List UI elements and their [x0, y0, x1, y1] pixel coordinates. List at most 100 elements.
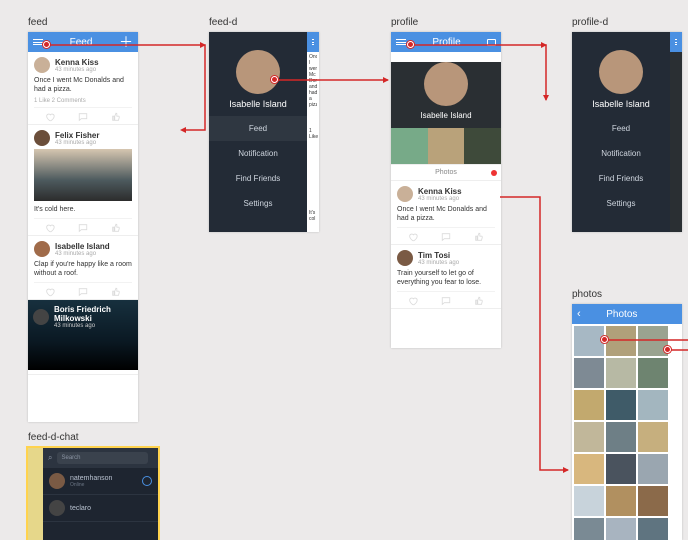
profile-post[interactable]: Kenna Kiss 43 minutes ago Once I went Mc…	[391, 181, 501, 245]
heart-icon[interactable]	[45, 287, 55, 295]
comment-icon[interactable]	[441, 296, 451, 304]
photo-thumb[interactable]	[638, 390, 668, 420]
photo-thumb[interactable]	[606, 518, 636, 540]
photo-thumb[interactable]	[574, 390, 604, 420]
drawer-avatar[interactable]	[236, 50, 280, 94]
drawer: Isabelle Island Feed Notification Find F…	[572, 32, 670, 216]
profile-avatar[interactable]	[424, 62, 468, 106]
photo-thumb[interactable]	[638, 358, 668, 388]
hamburger-icon[interactable]	[33, 39, 43, 45]
label-profile-d: profile-d	[572, 17, 608, 28]
hamburger-icon[interactable]	[675, 39, 677, 45]
photo-thumb[interactable]	[574, 454, 604, 484]
comment-icon[interactable]	[441, 232, 451, 240]
chat-row[interactable]: teclaro	[43, 495, 158, 522]
photo-thumb[interactable]	[638, 518, 668, 540]
comment-icon[interactable]	[78, 287, 88, 295]
photo-thumb[interactable]	[638, 486, 668, 516]
avatar[interactable]	[33, 309, 49, 325]
post-actions	[34, 107, 132, 124]
profile-subtab[interactable]: Photos	[391, 164, 501, 181]
compose-icon[interactable]: ＋	[119, 37, 133, 47]
hamburger-icon[interactable]	[312, 39, 314, 45]
thumb-icon[interactable]	[474, 296, 484, 304]
chat-name: teclaro	[70, 505, 91, 512]
avatar[interactable]	[34, 57, 50, 73]
avatar[interactable]	[49, 473, 65, 489]
photo-thumb[interactable]	[574, 422, 604, 452]
drawer-item-feed[interactable]: Feed	[209, 116, 307, 141]
comment-icon[interactable]	[78, 223, 88, 231]
photo-thumb[interactable]	[574, 486, 604, 516]
peek-body2: It's col	[309, 210, 317, 222]
post-user: Kenna Kiss	[418, 187, 462, 196]
avatar[interactable]	[49, 500, 65, 516]
drawer: Isabelle Island Feed Notification Find F…	[209, 32, 307, 216]
chat-row[interactable]: natemhanson Online	[43, 468, 158, 495]
screen-photos: ‹ Photos	[572, 304, 682, 540]
heart-icon[interactable]	[45, 112, 55, 120]
photo-thumb[interactable]	[606, 486, 636, 516]
profile-hero: Isabelle Island	[391, 62, 501, 128]
feed-title: Feed	[43, 37, 119, 48]
post-image[interactable]: Boris Friedrich Milkowski 43 minutes ago	[28, 300, 138, 370]
feed-post[interactable]: Isabelle Island 43 minutes ago Clap if y…	[28, 236, 138, 300]
chat-peek	[28, 448, 43, 540]
heart-icon[interactable]	[45, 223, 55, 231]
post-meta: 1 Like 2 Comments	[34, 98, 132, 104]
post-user: Isabelle Island	[55, 242, 110, 251]
feed-post[interactable]: Felix Fisher 43 minutes ago It's cold he…	[28, 125, 138, 236]
drawer-item-settings[interactable]: Settings	[572, 191, 670, 216]
photo-thumb[interactable]	[574, 518, 604, 540]
profile-photos-strip[interactable]	[391, 128, 501, 164]
photos-grid	[572, 324, 682, 540]
photo-thumb[interactable]	[574, 326, 604, 356]
post-image[interactable]	[34, 149, 132, 201]
comment-icon[interactable]	[78, 112, 88, 120]
peek-hero	[670, 52, 682, 232]
photo-thumb[interactable]	[606, 358, 636, 388]
post-user: Tim Tosi	[418, 251, 459, 260]
drawer-item-find-friends[interactable]: Find Friends	[209, 166, 307, 191]
photo-thumb[interactable]	[606, 422, 636, 452]
photo-thumb[interactable]	[606, 390, 636, 420]
drawer-item-notification[interactable]: Notification	[209, 141, 307, 166]
avatar[interactable]	[397, 186, 413, 202]
avatar[interactable]	[34, 241, 50, 257]
photo-thumb[interactable]	[638, 422, 668, 452]
photo-thumb[interactable]	[638, 454, 668, 484]
thumb-icon[interactable]	[111, 223, 121, 231]
drawer-item-notification[interactable]: Notification	[572, 141, 670, 166]
chat-name: natemhanson	[70, 475, 112, 482]
heart-icon[interactable]	[408, 296, 418, 304]
screen-feed: Feed ＋ Kenna Kiss 43 minutes ago Once I …	[28, 32, 138, 422]
camera-icon[interactable]	[487, 39, 496, 46]
drawer-item-settings[interactable]: Settings	[209, 191, 307, 216]
photo-thumb[interactable]	[606, 454, 636, 484]
avatar[interactable]	[34, 130, 50, 146]
peek-header	[670, 32, 682, 52]
thumb-icon[interactable]	[474, 232, 484, 240]
thumb-icon[interactable]	[111, 287, 121, 295]
hamburger-icon[interactable]	[396, 39, 406, 45]
avatar[interactable]	[397, 250, 413, 266]
label-profile: profile	[391, 17, 418, 28]
photo-thumb[interactable]	[638, 326, 668, 356]
subtab-label: Photos	[435, 169, 457, 176]
profile-post[interactable]: Tim Tosi 43 minutes ago Train yourself t…	[391, 245, 501, 309]
feed-post[interactable]: Kenna Kiss 43 minutes ago Once I went Mc…	[28, 52, 138, 125]
post-user: Felix Fisher	[55, 131, 99, 140]
heart-icon[interactable]	[408, 232, 418, 240]
photo-thumb[interactable]	[606, 326, 636, 356]
thumb-icon[interactable]	[111, 112, 121, 120]
chat-search[interactable]: Search	[57, 452, 148, 464]
drawer-item-find-friends[interactable]: Find Friends	[572, 166, 670, 191]
chat-action-icon[interactable]	[142, 476, 152, 486]
drawer-avatar[interactable]	[599, 50, 643, 94]
post-body: It's cold here.	[34, 205, 132, 214]
drawer-item-feed[interactable]: Feed	[572, 116, 670, 141]
photo-thumb[interactable]	[574, 358, 604, 388]
label-feed-d-chat: feed-d-chat	[28, 432, 79, 443]
flow-node	[407, 41, 414, 48]
feed-post[interactable]: Boris Friedrich Milkowski 43 minutes ago	[28, 300, 138, 375]
